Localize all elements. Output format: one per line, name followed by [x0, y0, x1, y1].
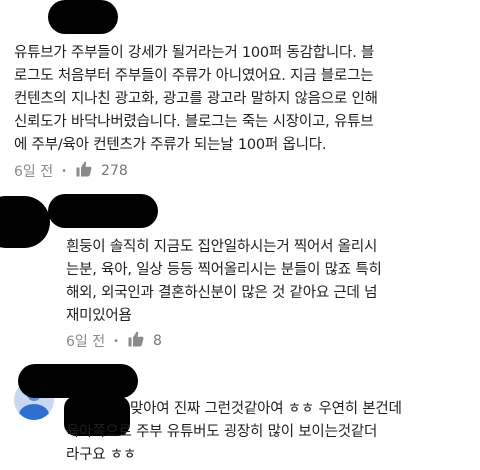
thumbs-up-icon — [128, 331, 144, 347]
thumbs-up-icon — [76, 161, 92, 177]
like-button[interactable] — [75, 160, 93, 182]
comment-2-like-count: 8 — [153, 333, 162, 349]
comment-1-text: 유튜브가 주부들이 강세가 될거라는거 100퍼 동감합니다. 블 로그도 처음… — [14, 45, 378, 153]
comments-page: 유튜브가 주부들이 강세가 될거라는거 100퍼 동감합니다. 블 로그도 처음… — [0, 0, 480, 470]
comment-1-like-count: 278 — [101, 163, 128, 179]
comment-2-text: 흰둥이 솔직히 지금도 집안일하시는거 찍어서 올리시 는분, 육아, 일상 등… — [66, 239, 382, 324]
like-button[interactable] — [127, 330, 145, 352]
comment-2-time: 6일 전 — [66, 334, 106, 350]
comment-1-time: 6일 전 — [14, 164, 54, 180]
meta-separator: • — [113, 335, 120, 347]
redacted-username — [48, 0, 118, 34]
meta-separator: • — [61, 165, 68, 177]
redacted-username — [48, 194, 158, 228]
comment-2-meta: 6일 전 • 8 — [66, 330, 162, 352]
redacted-username — [18, 364, 138, 398]
redacted-avatar — [0, 196, 50, 248]
comment-3-text: 맞아여 진짜 그런것같아여 ㅎㅎ 우연히 본건데 육아쪽으로 주부 유튜버도 굉… — [66, 401, 402, 463]
comment-1-meta: 6일 전 • 278 — [14, 160, 128, 182]
